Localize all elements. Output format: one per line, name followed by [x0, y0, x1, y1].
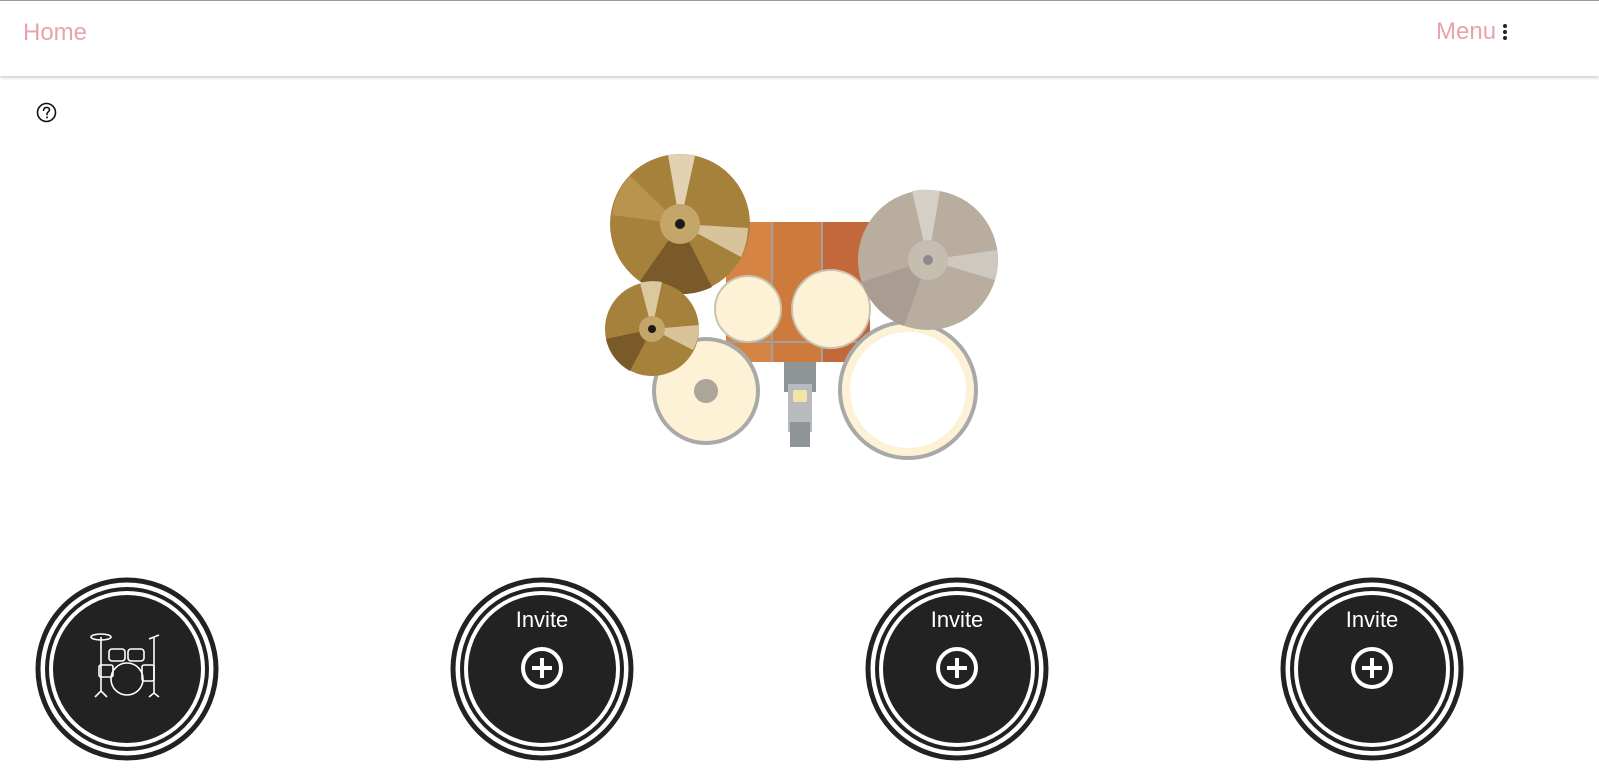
- home-link[interactable]: Home: [23, 19, 87, 47]
- kick-pedal-icon[interactable]: [784, 362, 816, 447]
- drum-kit: [600, 150, 1010, 470]
- menu-label: Menu: [1436, 18, 1497, 45]
- menu-button[interactable]: Menu: [1436, 18, 1508, 46]
- ride-cymbal-icon[interactable]: [858, 189, 998, 330]
- invite-slot[interactable]: Invite: [865, 577, 1049, 761]
- top-nav-bar: Home Menu: [0, 1, 1599, 76]
- invite-label: Invite: [1345, 607, 1399, 632]
- invite-label: Invite: [930, 607, 984, 632]
- hihat-cymbal-icon[interactable]: [605, 281, 700, 376]
- app-page: Home Menu Invite Invite Invite: [0, 0, 1599, 769]
- floor-tom-icon[interactable]: [838, 320, 978, 460]
- invite-slot[interactable]: Invite: [450, 577, 634, 761]
- question-circle-icon[interactable]: [36, 102, 57, 123]
- plus-circle-icon[interactable]: [520, 646, 564, 690]
- crash-cymbal-icon[interactable]: [610, 154, 750, 295]
- kebab-vertical-icon: [1503, 24, 1508, 40]
- tom-drum-icon[interactable]: [714, 275, 782, 343]
- plus-circle-icon[interactable]: [935, 646, 979, 690]
- invite-label: Invite: [515, 607, 569, 632]
- invite-slot[interactable]: Invite: [1280, 577, 1464, 761]
- player-slot-self[interactable]: [35, 577, 219, 761]
- plus-circle-icon[interactable]: [1350, 646, 1394, 690]
- tom-drum-icon[interactable]: [791, 269, 871, 349]
- drum-kit-icon: [90, 633, 160, 698]
